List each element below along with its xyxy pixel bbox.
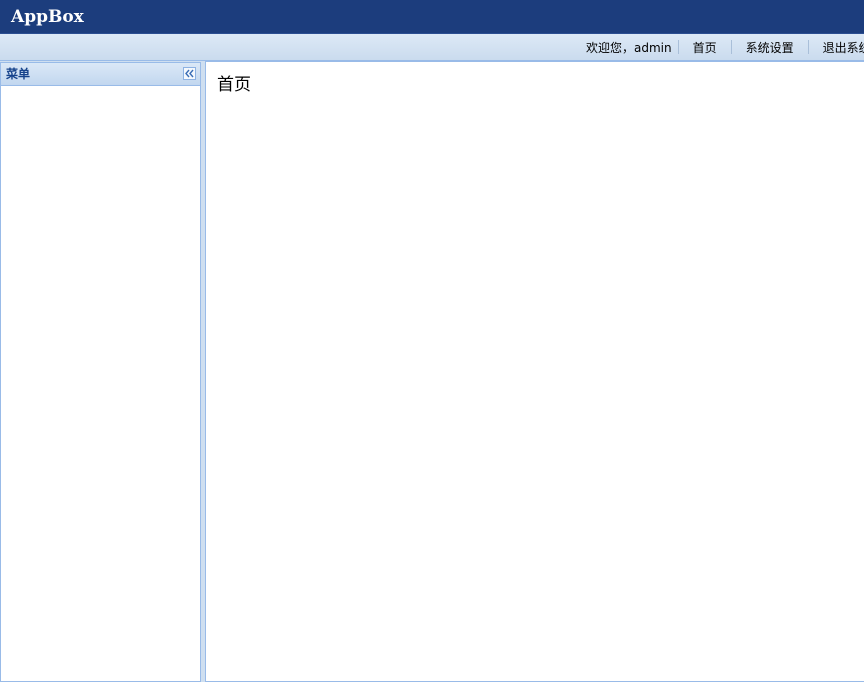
app-header: AppBox (0, 0, 864, 34)
logout-link[interactable]: 退出系统 (809, 39, 864, 56)
menu-panel-header: 菜单 (1, 63, 200, 86)
app-logo: AppBox (11, 7, 84, 27)
main-content: 首页 (205, 61, 864, 682)
welcome-text: 欢迎您，admin (586, 40, 672, 55)
menu-panel: 菜单 (0, 62, 201, 682)
home-link[interactable]: 首页 (679, 39, 731, 56)
user-nav: 欢迎您，admin 首页 系统设置 退出系统 (586, 34, 864, 60)
double-chevron-left-icon (185, 69, 194, 78)
collapse-button[interactable] (183, 67, 196, 80)
top-toolbar: 欢迎您，admin 首页 系统设置 退出系统 (0, 34, 864, 61)
page-title: 首页 (217, 75, 251, 95)
menu-panel-title: 菜单 (6, 67, 31, 81)
settings-link[interactable]: 系统设置 (732, 39, 808, 56)
